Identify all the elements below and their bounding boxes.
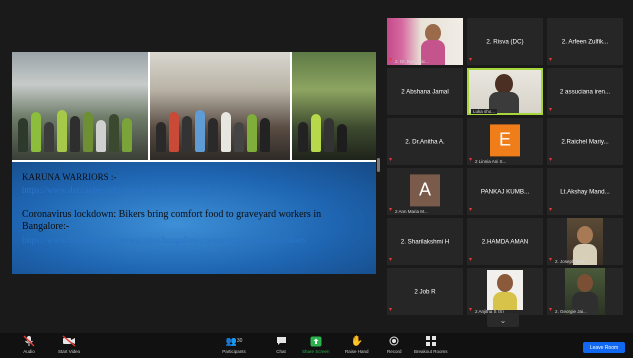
participant-tile[interactable]: 2. Dr.Anitha A. ▾ — [387, 118, 463, 165]
muted-mic-icon: ▾ — [389, 207, 393, 213]
participant-name: 2 assuciana iren... — [559, 88, 611, 95]
muted-mic-icon: ▾ — [549, 257, 553, 263]
participants-button[interactable]: 👥 30 Participants — [222, 335, 246, 355]
participant-tile[interactable]: ▾ 2 Anjitha S (S) — [467, 268, 543, 315]
participant-tile[interactable]: PANKAJ KUMB... ▾ — [467, 168, 543, 215]
avatar: E — [490, 123, 520, 156]
participant-caption: 2. Georgie Jai... — [555, 309, 587, 314]
gallery-next-page-button[interactable]: ⌄ — [487, 313, 519, 327]
muted-mic-icon: ▾ — [389, 57, 393, 63]
muted-mic-icon: ▾ — [549, 157, 553, 163]
muted-mic-icon: ▾ — [549, 107, 553, 113]
chat-label: Chat — [276, 349, 286, 354]
muted-mic-icon: ▾ — [549, 307, 553, 313]
raise-hand-button[interactable]: ✋ Raise Hand — [345, 335, 369, 355]
slide-link-2[interactable]: https://www.thehindu.com/news/cities/ban… — [22, 235, 366, 245]
participant-tile[interactable]: 2 assuciana iren... ▾ — [547, 68, 623, 115]
breakout-rooms-button[interactable]: Breakout Rooms — [414, 335, 448, 354]
participant-caption: 2 Ann Maria M... — [395, 209, 428, 214]
group-photo-2 — [150, 52, 290, 160]
participants-count: 30 — [236, 338, 243, 344]
audio-button[interactable]: Audio — [22, 335, 36, 354]
chat-button[interactable]: Chat — [274, 335, 288, 354]
muted-mic-icon: ▾ — [389, 157, 393, 163]
slide-heading-1: KARUNA WARRIORS :- — [22, 172, 117, 182]
participant-name: 2. Arfeen Zulfik... — [561, 38, 609, 45]
breakout-rooms-icon — [424, 335, 438, 347]
participant-name: 2.HAMDA AMAN — [481, 238, 529, 245]
muted-mic-icon: ▾ — [469, 57, 473, 63]
participant-name: 2. Dr.Anitha A. — [405, 138, 445, 145]
start-video-label: Start Video — [58, 349, 81, 354]
slide-text-panel: KARUNA WARRIORS :- https://www.deccanher… — [12, 162, 376, 274]
participants-label: Participants — [222, 349, 246, 354]
muted-mic-icon: ▾ — [389, 257, 393, 263]
mic-muted-icon — [22, 335, 36, 347]
muted-mic-icon: ▾ — [549, 207, 553, 213]
muted-mic-icon: ▾ — [469, 157, 473, 163]
avatar: A — [410, 173, 440, 206]
record-icon — [387, 335, 401, 347]
muted-mic-icon: ▾ — [549, 57, 553, 63]
participants-icon: 👥 — [225, 335, 237, 346]
audio-label: Audio — [23, 349, 35, 354]
participant-tile[interactable]: 2. Risva (DC) ▾ — [467, 18, 543, 65]
slide-link-1[interactable]: https://www.deccanherald.com/city/karuna… — [22, 185, 366, 195]
slide-photos — [12, 52, 376, 160]
participant-tile[interactable]: E ▾ 2 Linnia Ani S... — [467, 118, 543, 165]
meeting-toolbar: Audio Start Video 👥 30 Participants Chat… — [0, 333, 633, 358]
participant-gallery: ▾ 2. Dr. Nyo...Ric... 2. Risva (DC) ▾ 2.… — [387, 18, 625, 315]
share-screen-icon — [309, 335, 323, 347]
slide-heading-2: Coronavirus lockdown: Bikers bring comfo… — [22, 209, 322, 232]
muted-mic-icon: ▾ — [389, 307, 393, 313]
participant-tile[interactable]: ▾ 2. Dr. Nyo...Ric... — [387, 18, 463, 65]
participant-tile[interactable]: 2.HAMDA AMAN ▾ — [467, 218, 543, 265]
participant-name: 2. Sharilakshmi H — [400, 238, 450, 245]
participant-tile[interactable]: 2.Raichel Mariy... ▾ — [547, 118, 623, 165]
participant-caption: 2. Dr. Nyo...Ric... — [395, 59, 430, 64]
chat-icon — [274, 335, 288, 347]
shared-screen: KARUNA WARRIORS :- https://www.deccanher… — [12, 52, 376, 274]
participant-tile[interactable]: 2 Job R ▾ — [387, 268, 463, 315]
participant-tile[interactable]: Lt.Akshay Mand... ▾ — [547, 168, 623, 215]
participant-name: Lt.Akshay Mand... — [560, 188, 610, 195]
muted-mic-icon: ▾ — [469, 207, 473, 213]
participant-tile[interactable]: A ▾ 2 Ann Maria M... — [387, 168, 463, 215]
participant-tile[interactable]: 2. Sharilakshmi H ▾ — [387, 218, 463, 265]
start-video-button[interactable]: Start Video — [58, 335, 80, 354]
participant-name: 2 Abshana Jamal — [401, 88, 449, 95]
breakout-rooms-label: Breakout Rooms — [414, 349, 448, 354]
record-label: Record — [387, 349, 402, 354]
group-photo-1 — [12, 52, 148, 160]
participant-name: 2 Job R — [414, 288, 436, 295]
participant-name: 2.Raichel Mariy... — [561, 138, 609, 145]
video-off-icon — [62, 335, 76, 347]
raise-hand-label: Raise Hand — [345, 349, 369, 354]
active-speaker-tile[interactable]: Luka sho... — [467, 68, 543, 115]
participant-caption: 2 Linnia Ani S... — [475, 159, 507, 164]
participant-name: PANKAJ KUMB... — [480, 188, 530, 195]
muted-mic-icon: ▾ — [469, 307, 473, 313]
share-screen-label: Share Screen — [302, 349, 330, 354]
group-photo-3 — [292, 52, 376, 160]
share-screen-button[interactable]: Share Screen — [302, 335, 330, 354]
participant-tile[interactable]: 2 Abshana Jamal — [387, 68, 463, 115]
record-button[interactable]: Record — [387, 335, 402, 354]
raise-hand-icon: ✋ — [350, 335, 363, 347]
participant-name: 2. Risva (DC) — [486, 38, 524, 45]
participant-caption: Luka sho... — [471, 109, 498, 114]
leave-room-button[interactable]: Leave Room — [583, 342, 625, 353]
participant-tile[interactable]: ▾ 2. Georgie Jai... — [547, 268, 623, 315]
muted-mic-icon: ▾ — [469, 257, 473, 263]
splitter-handle[interactable] — [377, 158, 380, 172]
chevron-down-icon: ⌄ — [499, 315, 507, 325]
participant-tile[interactable]: ▾ 2. Joseph Math... — [547, 218, 623, 265]
participant-caption: 2. Joseph Math... — [555, 259, 590, 264]
participant-tile[interactable]: 2. Arfeen Zulfik... ▾ — [547, 18, 623, 65]
